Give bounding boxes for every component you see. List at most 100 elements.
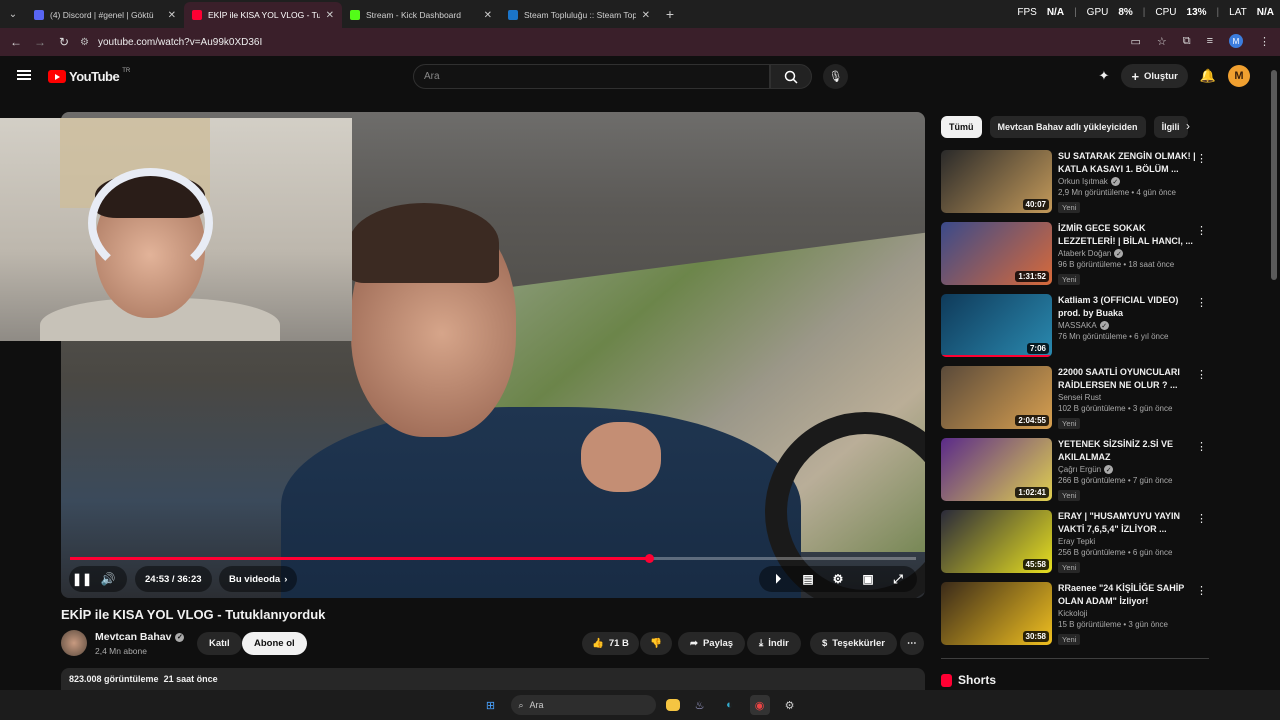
extensions-icon[interactable]: ⧉ [1183, 35, 1191, 48]
app-icon[interactable]: ⚙ [780, 695, 800, 715]
channel-row: Ataberk Doğan ✓ [1058, 249, 1196, 258]
search-input[interactable]: Ara [413, 64, 770, 89]
video-thumbnail[interactable]: 1:02:41 [941, 438, 1052, 501]
edge-icon[interactable]: ◐ [720, 695, 740, 715]
captions-icon[interactable]: ▤ [795, 566, 821, 592]
profile-avatar[interactable]: M [1229, 34, 1243, 48]
browser-tab[interactable]: (4) Discord | #genel | Göktü ✕ [26, 2, 184, 28]
reload-icon[interactable]: ↻ [52, 35, 76, 49]
url-field[interactable]: ⚙ youtube.com/watch?v=Au99k0XD36I [80, 32, 1090, 52]
browser-tab[interactable]: EKİP ile KISA YOL VLOG - Tu ✕ [184, 2, 342, 28]
close-tab-icon[interactable]: ✕ [168, 10, 176, 21]
menu-icon[interactable] [17, 70, 31, 80]
cast-icon[interactable]: ▭ [1130, 35, 1140, 48]
more-vertical-icon[interactable]: ⋮ [1196, 512, 1207, 525]
volume-icon[interactable]: 🔊 [95, 566, 121, 592]
video-progress-bar[interactable] [70, 554, 916, 563]
close-tab-icon[interactable]: ✕ [642, 10, 650, 21]
close-tab-icon[interactable]: ✕ [326, 10, 334, 21]
download-button[interactable]: ⤓ İndir [747, 632, 801, 655]
channel-row: MASSAKA ✓ [1058, 321, 1196, 330]
video-title: Katliam 3 (OFFICIAL VIDEO) prod. by Buak… [1058, 295, 1179, 318]
channel-name-row[interactable]: Mevtcan Bahav ✓ [95, 631, 185, 643]
video-thumbnail[interactable]: 30:58 [941, 582, 1052, 645]
progress-scrubber[interactable] [644, 554, 654, 563]
channel-avatar[interactable] [61, 630, 87, 656]
recommended-video[interactable]: 2:04:55 22000 SAATLİ OYUNCULARI RAİDLERSE… [941, 366, 1211, 430]
search-button[interactable] [770, 64, 812, 89]
video-info: İZMİR GECE SOKAK LEZZETLERİ! | BİLAL HAN… [1058, 222, 1196, 287]
chapter-label: Bu videoda [229, 573, 281, 585]
reading-list-icon[interactable]: ≡ [1207, 35, 1213, 47]
recommended-video[interactable]: 45:58 ERAY | "HUSAMYUYU YAYIN VAKTİ 7,6,5… [941, 510, 1211, 574]
browser-tab[interactable]: Stream - Kick Dashboard ✕ [342, 2, 500, 28]
fullscreen-icon[interactable]: ⤢ [885, 566, 911, 592]
subscribe-button[interactable]: Abone ol [242, 632, 307, 655]
user-avatar[interactable]: M [1228, 65, 1250, 87]
file-explorer-icon[interactable] [665, 699, 680, 711]
video-thumbnail[interactable]: 2:04:55 [941, 366, 1052, 429]
recommended-video[interactable]: 40:07 SU SATARAK ZENGİN OLMAK! | KATLA KA… [941, 150, 1211, 214]
browser-menu-icon[interactable]: ⋮ [1259, 35, 1270, 48]
steam-icon[interactable]: ♨ [690, 695, 710, 715]
pause-icon[interactable]: ❚❚ [69, 566, 95, 592]
filter-chip[interactable]: Mevtcan Bahav adlı yükleyiciden [989, 116, 1146, 138]
page-scrollbar[interactable] [1270, 60, 1278, 690]
settings-gear-icon[interactable]: ⚙ [825, 566, 851, 592]
logo-text: YouTube [69, 69, 120, 84]
windows-start-icon[interactable]: ⊞ [481, 695, 501, 715]
url-text: youtube.com/watch?v=Au99k0XD36I [98, 36, 263, 48]
close-tab-icon[interactable]: ✕ [484, 10, 492, 21]
recommended-video[interactable]: 1:31:52 İZMİR GECE SOKAK LEZZETLERİ! | Bİ… [941, 222, 1211, 286]
miniplayer-icon[interactable]: ▣ [855, 566, 881, 592]
recommended-video[interactable]: 1:02:41 YETENEK SİZSİNİZ 2.Sİ VE AKILALMA… [941, 438, 1211, 502]
search-icon: ⌕ [518, 699, 524, 710]
fps-value: N/A [1046, 7, 1065, 18]
recommended-video[interactable]: 7:06 Katliam 3 (OFFICIAL VIDEO) prod. by … [941, 294, 1211, 358]
site-info-icon[interactable]: ⚙ [80, 37, 98, 48]
join-button[interactable]: Katıl [197, 632, 242, 655]
more-vertical-icon[interactable]: ⋮ [1196, 584, 1207, 597]
video-thumbnail[interactable]: 40:07 [941, 150, 1052, 213]
youtube-logo[interactable]: YouTube TR [48, 68, 130, 84]
filter-chip[interactable]: İlgili [1153, 116, 1188, 138]
browser-tab[interactable]: Steam Topluluğu :: Steam Topl ✕ [500, 2, 658, 28]
video-duration: 45:58 [1022, 559, 1049, 570]
video-thumbnail[interactable]: 7:06 [941, 294, 1052, 357]
more-vertical-icon[interactable]: ⋮ [1196, 152, 1207, 165]
forward-icon[interactable]: → [28, 35, 52, 49]
like-button[interactable]: 👍 71 B [582, 632, 639, 655]
chapter-button[interactable]: Bu videoda › [219, 566, 298, 592]
upload-age: 21 saat önce [163, 674, 218, 684]
more-actions-button[interactable]: ⋯ [900, 632, 924, 655]
notifications-bell-icon[interactable]: 🔔 [1200, 68, 1216, 84]
bookmark-star-icon[interactable]: ☆ [1157, 35, 1167, 48]
gemini-icon[interactable]: ✦ [1099, 68, 1110, 84]
share-button[interactable]: ➦ Paylaş [678, 632, 746, 655]
chips-next-chevron-icon[interactable]: › [1186, 119, 1190, 133]
dislike-button[interactable]: 👎 [640, 632, 672, 655]
taskbar-search[interactable]: ⌕ Ara [510, 695, 656, 715]
video-thumbnail[interactable]: 45:58 [941, 510, 1052, 573]
more-vertical-icon[interactable]: ⋮ [1196, 440, 1207, 453]
back-icon[interactable]: ← [4, 35, 28, 49]
new-tab-button[interactable]: + [658, 6, 682, 22]
lat-value: N/A [1256, 7, 1274, 18]
video-title: 22000 SAATLİ OYUNCULARI RAİDLERSEN NE OL… [1058, 367, 1180, 390]
create-button[interactable]: + Oluştur [1121, 64, 1188, 88]
windows-taskbar: ⊞ ⌕ Ara ♨ ◐ ◉ ⚙ [0, 690, 1280, 720]
scrollbar-thumb[interactable] [1271, 70, 1277, 280]
more-vertical-icon[interactable]: ⋮ [1196, 368, 1207, 381]
filter-chips: Tümü Mevtcan Bahav adlı yükleyiciden İlgil… [941, 116, 1188, 138]
more-vertical-icon[interactable]: ⋮ [1196, 224, 1207, 237]
recommended-video[interactable]: 30:58 RRaenee "24 KİŞİLİĞE SAHİP OLAN ADA… [941, 582, 1211, 646]
filter-chip[interactable]: Tümü [941, 116, 982, 138]
more-vertical-icon[interactable]: ⋮ [1196, 296, 1207, 309]
thanks-button[interactable]: $ Teşekkürler [810, 632, 897, 655]
chrome-icon[interactable]: ◉ [749, 695, 770, 715]
tab-search-chevron-icon[interactable]: ⌄ [0, 0, 26, 28]
voice-search-button[interactable]: 🎙 [823, 64, 848, 89]
video-thumbnail[interactable]: 1:31:52 [941, 222, 1052, 285]
autoplay-toggle-icon[interactable]: ⏵ [765, 566, 791, 592]
new-badge: Yeni [1058, 418, 1081, 429]
